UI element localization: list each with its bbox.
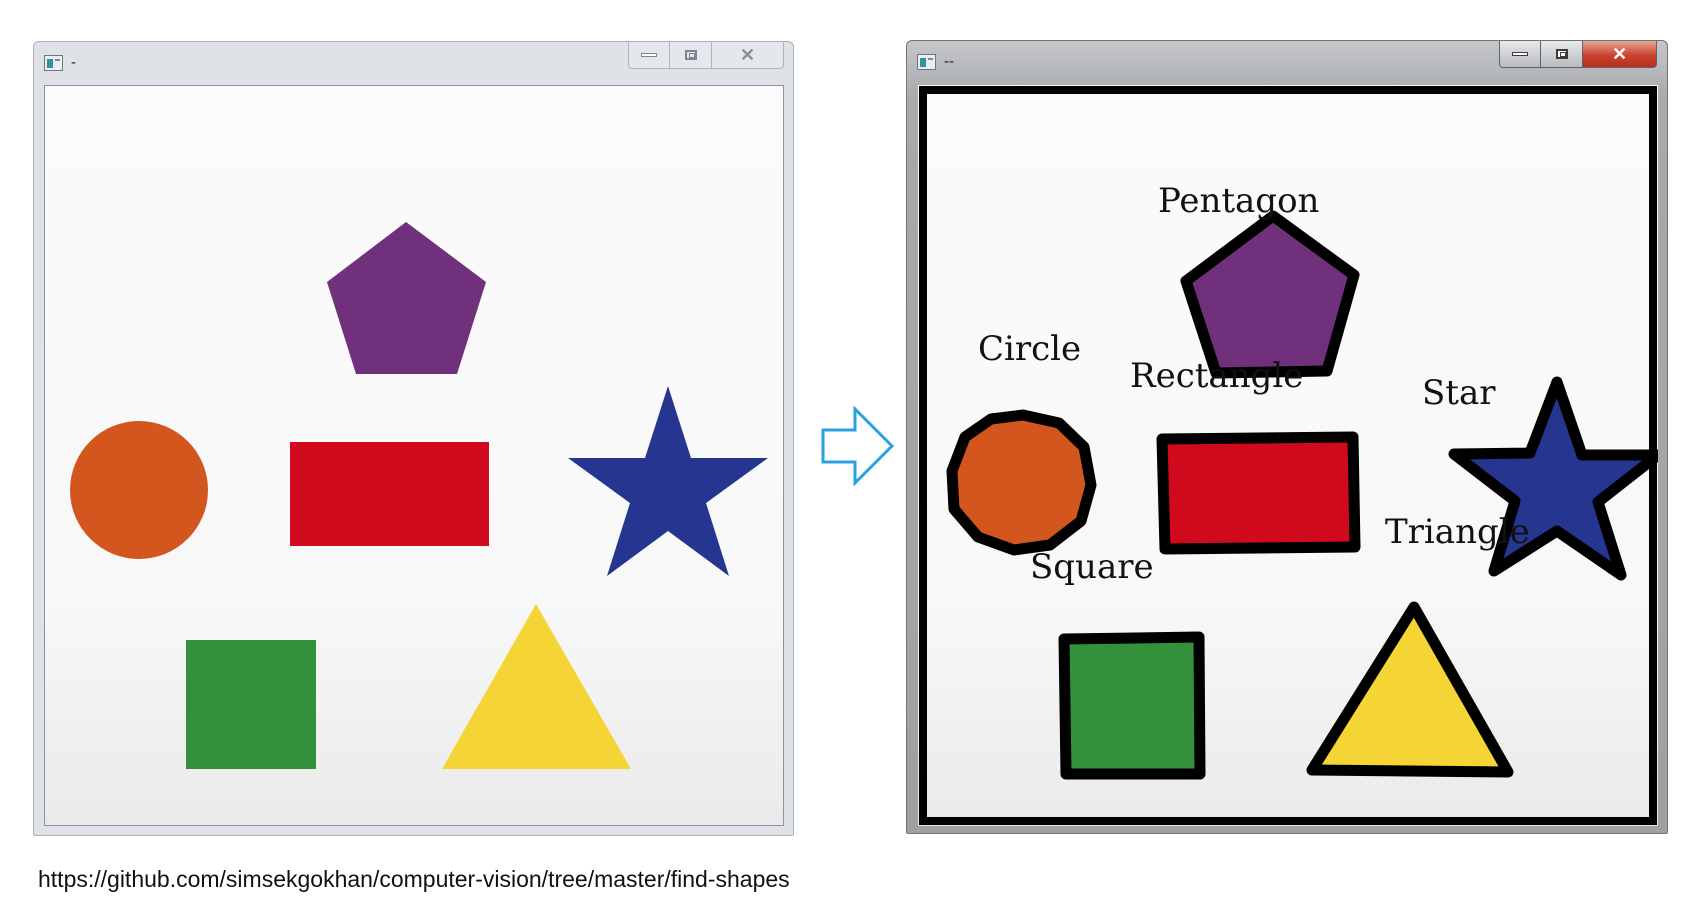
detected-shapes-image: Pentagon Circle Rectangle Star Triangle … bbox=[918, 85, 1658, 826]
contours-canvas: Pentagon Circle Rectangle Star Triangle … bbox=[919, 86, 1658, 825]
maximize-button[interactable] bbox=[670, 42, 712, 69]
caption-buttons: ✕ bbox=[1499, 41, 1657, 69]
square-shape bbox=[186, 640, 316, 769]
right-arrow-icon bbox=[821, 406, 895, 486]
star-label: Star bbox=[1422, 373, 1496, 413]
minimize-button[interactable] bbox=[628, 42, 670, 69]
app-icon bbox=[917, 54, 936, 70]
rectangle-label: Rectangle bbox=[1130, 356, 1303, 396]
original-image bbox=[44, 85, 784, 826]
close-icon: ✕ bbox=[1611, 44, 1628, 64]
pentagon-label: Pentagon bbox=[1158, 181, 1319, 221]
square-shape bbox=[1058, 631, 1206, 780]
maximize-icon bbox=[684, 50, 697, 60]
circle-shape bbox=[70, 421, 208, 559]
shapes-canvas bbox=[70, 222, 768, 769]
source-url: https://github.com/simsekgokhan/computer… bbox=[38, 866, 790, 892]
circle-label: Circle bbox=[978, 329, 1081, 369]
close-button[interactable]: ✕ bbox=[712, 42, 784, 69]
star-shape bbox=[568, 386, 768, 576]
circle-shape bbox=[946, 409, 1097, 556]
rectangle-shape bbox=[290, 442, 489, 546]
minimize-icon bbox=[1512, 52, 1528, 56]
maximize-button[interactable] bbox=[1541, 41, 1583, 68]
title-bar[interactable]: -- ✕ bbox=[907, 41, 1667, 83]
app-icon bbox=[44, 55, 63, 71]
original-image-window[interactable]: - ✕ bbox=[33, 41, 794, 836]
pentagon-shape bbox=[1180, 210, 1360, 379]
triangle-shape bbox=[442, 604, 631, 769]
minimize-button[interactable] bbox=[1499, 41, 1541, 68]
close-icon: ✕ bbox=[739, 45, 756, 65]
minimize-icon bbox=[641, 53, 657, 57]
title-bar[interactable]: - ✕ bbox=[34, 42, 793, 84]
caption-buttons: ✕ bbox=[628, 42, 784, 70]
rectangle-shape bbox=[1156, 431, 1361, 555]
window-title: -- bbox=[944, 53, 954, 70]
triangle-shape bbox=[1306, 601, 1514, 778]
close-button[interactable]: ✕ bbox=[1583, 41, 1657, 68]
window-title: - bbox=[71, 54, 76, 71]
maximize-icon bbox=[1555, 49, 1568, 59]
square-label: Square bbox=[1030, 547, 1154, 587]
detected-shapes-window[interactable]: -- ✕ Pentagon Circle Rectangle Star Tria… bbox=[906, 40, 1668, 834]
triangle-label: Triangle bbox=[1385, 512, 1530, 552]
pentagon-shape bbox=[327, 222, 486, 374]
